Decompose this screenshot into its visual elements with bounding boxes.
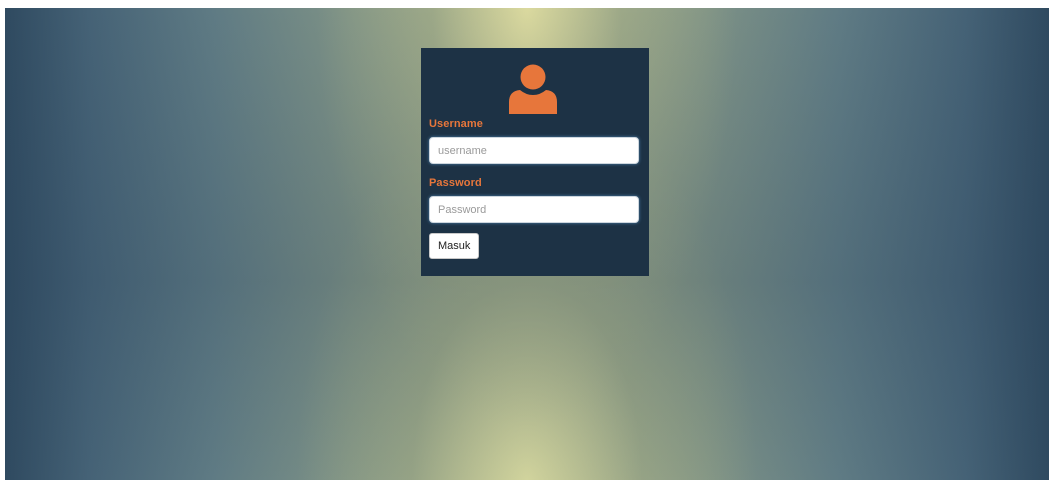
user-icon [509,64,557,114]
login-card: Username Password Masuk [421,48,649,276]
password-input[interactable] [429,196,639,223]
username-label: Username [429,118,483,130]
login-button[interactable]: Masuk [429,233,480,259]
password-label: Password [429,177,482,189]
page-background: Username Password Masuk [5,8,1049,480]
username-input[interactable] [429,137,639,164]
